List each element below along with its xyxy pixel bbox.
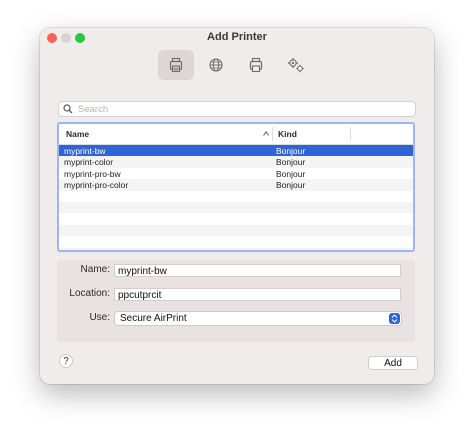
default-printer-icon <box>169 57 183 73</box>
use-label: Use: <box>89 312 110 323</box>
empty-row <box>59 213 413 224</box>
row-name: myprint-bw <box>64 146 106 156</box>
column-header-kind[interactable]: Kind <box>278 129 297 139</box>
empty-row <box>59 224 413 237</box>
empty-row <box>59 201 413 214</box>
table-row[interactable]: myprint-color Bonjour <box>59 156 413 168</box>
toolbar-default-button[interactable] <box>158 50 194 80</box>
printer-list-table: Name Kind myprint-bw Bonjour myprint-col… <box>57 122 415 252</box>
table-header: Name Kind <box>59 124 413 145</box>
row-kind: Bonjour <box>276 180 306 191</box>
row-name: myprint-color <box>64 157 114 168</box>
add-button[interactable]: Add <box>368 356 418 370</box>
table-row[interactable]: myprint-bw Bonjour <box>59 145 413 157</box>
toolbar-windows-button[interactable] <box>238 50 274 80</box>
search-input[interactable] <box>78 103 398 115</box>
use-select-value: Secure AirPrint <box>120 313 187 324</box>
ip-globe-icon <box>209 58 223 72</box>
select-stepper-icon[interactable] <box>389 313 400 324</box>
row-kind: Bonjour <box>276 168 306 179</box>
row-kind: Bonjour <box>276 157 306 168</box>
location-field[interactable]: ppcutprcit <box>114 288 401 301</box>
empty-row <box>59 191 413 202</box>
name-field[interactable]: myprint-bw <box>114 264 401 277</box>
row-name: myprint-pro-color <box>64 180 129 191</box>
title-bar: Add Printer <box>40 28 434 48</box>
advanced-gears-icon <box>288 58 304 73</box>
printer-details-panel: Name: myprint-bw Location: ppcutprcit Us… <box>57 260 415 342</box>
table-row[interactable]: myprint-pro-bw Bonjour <box>59 168 413 179</box>
row-kind: Bonjour <box>276 146 306 156</box>
column-divider[interactable] <box>350 127 351 141</box>
empty-row <box>59 247 413 250</box>
windows-printer-icon <box>249 57 263 73</box>
help-button[interactable]: ? <box>59 354 73 368</box>
window-title: Add Printer <box>207 31 267 43</box>
table-row[interactable]: myprint-pro-color Bonjour <box>59 179 413 191</box>
empty-row <box>59 236 413 247</box>
sort-ascending-icon[interactable] <box>263 131 269 136</box>
toolbar-advanced-button[interactable] <box>278 50 314 80</box>
use-select[interactable]: Secure AirPrint <box>114 311 402 326</box>
toolbar-ip-button[interactable] <box>198 50 234 80</box>
name-label: Name: <box>80 264 110 275</box>
row-name: myprint-pro-bw <box>64 168 121 179</box>
add-printer-window: Add Printer Search Name Kind myprint-bw … <box>40 28 434 384</box>
search-field[interactable] <box>58 101 416 117</box>
search-icon <box>63 104 73 114</box>
column-divider[interactable] <box>272 127 273 141</box>
column-header-name[interactable]: Name <box>66 129 89 139</box>
location-label: Location: <box>69 288 110 299</box>
table-body: myprint-bw Bonjour myprint-color Bonjour… <box>59 145 413 250</box>
